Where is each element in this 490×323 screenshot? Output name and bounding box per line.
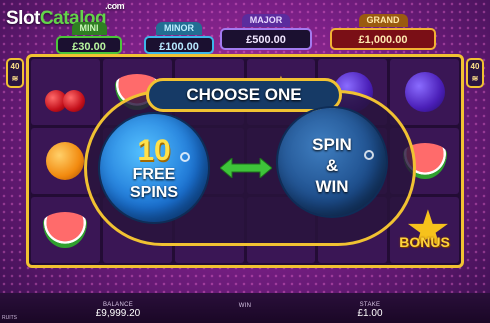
ways-number: 40 — [10, 62, 20, 71]
jackpot-major: MAJOR £500.00 — [220, 10, 312, 50]
free-spins-count: 10 — [137, 134, 171, 167]
jackpot-mini-value: £30.00 — [56, 36, 122, 54]
reel-cell — [390, 59, 459, 125]
spin-and-win-button[interactable]: SPIN & WIN — [278, 108, 386, 216]
ways-badge-left: 40 ≋ — [6, 58, 24, 88]
ways-badge-right: 40 ≋ — [466, 58, 484, 88]
reel-cell — [31, 59, 100, 125]
watermelon-icon — [43, 212, 88, 248]
bonus-symbol-label: BONUS — [399, 233, 450, 250]
jackpot-grand-label: GRAND — [358, 14, 408, 27]
jackpot-mini: MINI £30.00 — [56, 18, 122, 54]
reel-cell — [31, 197, 100, 263]
plum-icon — [404, 72, 445, 112]
jackpot-mini-label: MINI — [71, 22, 107, 35]
jackpot-minor: MINOR £100.00 — [144, 18, 214, 54]
jackpot-grand-value: £1,000.00 — [330, 28, 436, 50]
logo-suffix: .com — [105, 1, 125, 11]
choose-title: CHOOSE ONE — [146, 78, 342, 112]
ways-number: 40 — [470, 62, 480, 71]
free-spins-text: FREE SPINS — [100, 166, 208, 202]
free-spins-line1: FREE — [132, 166, 176, 183]
spin-win-line3: WIN — [315, 177, 349, 196]
free-spins-button[interactable]: 10 FREE SPINS — [100, 114, 208, 222]
cherry-icon — [43, 72, 87, 112]
balance-display: BALANCE £9,999.20 — [88, 302, 148, 319]
jackpot-minor-label: MINOR — [156, 22, 202, 35]
spin-and-win-text: SPIN & WIN — [278, 134, 386, 197]
jackpot-grand: GRAND £1,000.00 — [330, 10, 436, 50]
stake-value: £1.00 — [357, 308, 383, 319]
game-name-label: RUITS — [2, 315, 17, 321]
win-display: WIN — [228, 303, 262, 309]
status-bar: RUITS BALANCE £9,999.20 WIN STAKE £1.00 — [0, 293, 490, 323]
bubble-icon — [180, 152, 190, 162]
jackpot-minor-value: £100.00 — [144, 36, 214, 54]
ways-icon: ≋ — [471, 74, 479, 83]
orange-icon — [46, 142, 85, 180]
stake-display: STAKE £1.00 — [348, 302, 392, 319]
double-arrow-icon — [220, 158, 272, 178]
jackpot-major-label: MAJOR — [241, 14, 291, 27]
bubble-icon — [364, 150, 374, 160]
logo-text-slot: Slot — [6, 8, 40, 29]
win-label: WIN — [238, 303, 252, 309]
jackpot-major-value: £500.00 — [220, 28, 312, 50]
ways-icon: ≋ — [11, 74, 19, 83]
balance-value: £9,999.20 — [95, 308, 141, 319]
free-spins-line2: SPINS — [129, 184, 178, 201]
